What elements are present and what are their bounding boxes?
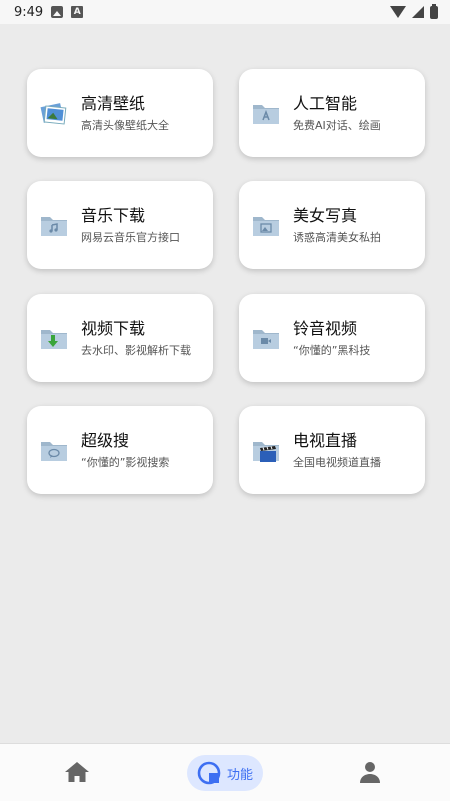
wallpaper-icon <box>40 103 67 125</box>
home-icon[interactable] <box>63 760 91 784</box>
signal-icon <box>412 6 424 18</box>
nav-function-label: 功能 <box>227 767 254 783</box>
card-subtitle: “你懂的”影视搜索 <box>81 455 170 469</box>
video-folder-icon <box>253 330 279 349</box>
user-icon[interactable] <box>358 760 382 784</box>
card-title: 美女写真 <box>293 205 358 225</box>
card-super-search[interactable]: 超级搜 “你懂的”影视搜索 <box>27 406 213 494</box>
card-subtitle: 全国电视频道直播 <box>293 455 381 469</box>
card-title: 视频下载 <box>81 318 146 338</box>
status-bar: 9:49 A <box>0 0 450 24</box>
card-wallpaper[interactable]: 高清壁纸 高清头像壁纸大全 <box>27 69 213 157</box>
card-video-download[interactable]: 视频下载 去水印、影视解析下载 <box>27 294 213 382</box>
card-title: 高清壁纸 <box>81 93 146 113</box>
ai-folder-icon <box>253 105 279 124</box>
photo-folder-icon <box>253 217 279 236</box>
wifi-icon <box>390 6 406 18</box>
card-subtitle: 诱惑高清美女私拍 <box>293 230 381 244</box>
bottom-nav: 功能 <box>0 743 450 801</box>
card-subtitle: 高清头像壁纸大全 <box>81 118 169 132</box>
a-notification-icon: A <box>71 6 84 18</box>
card-title: 人工智能 <box>293 93 358 113</box>
card-photo[interactable]: 美女写真 诱惑高清美女私拍 <box>239 181 425 269</box>
clapper-folder-icon <box>253 442 279 462</box>
card-music[interactable]: 音乐下载 网易云音乐官方接口 <box>27 181 213 269</box>
music-folder-icon <box>41 217 67 236</box>
card-tv-live[interactable]: 电视直播 全国电视频道直播 <box>239 406 425 494</box>
card-title: 超级搜 <box>81 430 130 450</box>
card-subtitle: 免费AI对话、绘画 <box>293 118 381 132</box>
battery-icon <box>430 3 438 19</box>
status-time: 9:49 <box>14 4 44 20</box>
card-subtitle: “你懂的”黑科技 <box>293 343 371 357</box>
card-title: 铃音视频 <box>293 318 358 338</box>
card-ringtone-video[interactable]: 铃音视频 “你懂的”黑科技 <box>239 294 425 382</box>
card-title: 电视直播 <box>293 430 358 450</box>
card-subtitle: 去水印、影视解析下载 <box>81 343 191 357</box>
image-notification-icon <box>51 6 64 18</box>
card-ai[interactable]: 人工智能 免费AI对话、绘画 <box>239 69 425 157</box>
function-icon <box>197 761 221 785</box>
card-title: 音乐下载 <box>81 205 146 225</box>
nav-function-tab[interactable]: 功能 <box>187 755 263 791</box>
download-folder-icon <box>41 330 67 349</box>
card-subtitle: 网易云音乐官方接口 <box>81 230 180 244</box>
chat-folder-icon <box>41 442 67 461</box>
